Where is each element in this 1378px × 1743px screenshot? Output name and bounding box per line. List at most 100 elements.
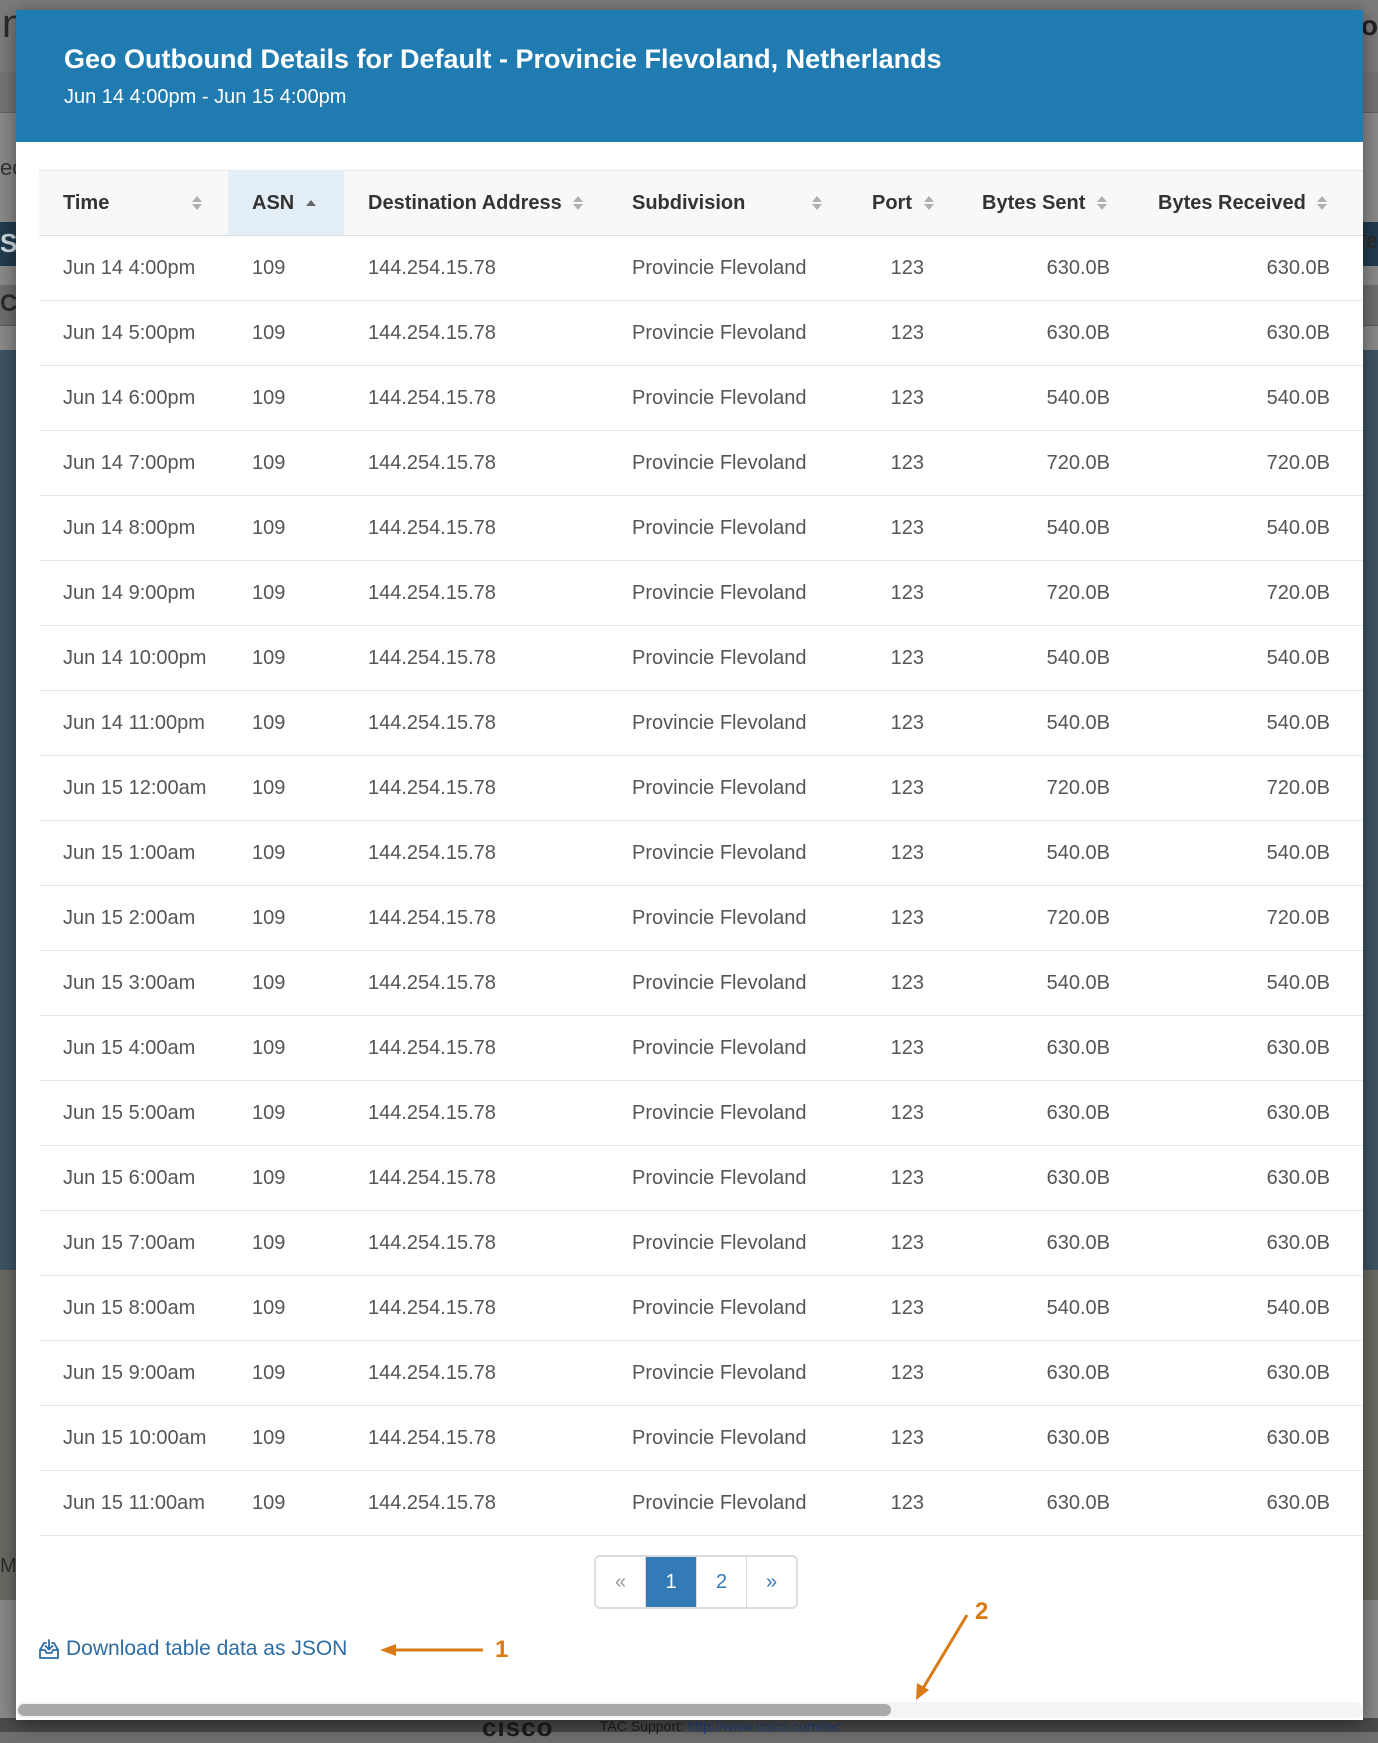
cell-bytes-sent: 630.0B [958, 1015, 1134, 1081]
cell-overflow [1354, 950, 1363, 1016]
table-body: Jun 14 4:00pm 109 144.254.15.78 Provincie F… [39, 235, 1363, 1536]
cell-time: Jun 14 4:00pm [39, 235, 228, 301]
cell-port: 123 [848, 1405, 958, 1471]
cell-bytes-received: 630.0B [1134, 235, 1354, 301]
cell-bytes-sent: 630.0B [958, 1145, 1134, 1211]
cell-port: 123 [848, 1340, 958, 1406]
column-header-label: Destination Address [368, 191, 562, 214]
cell-port: 123 [848, 1275, 958, 1341]
cell-overflow [1354, 495, 1363, 561]
column-header-bytes-sent[interactable]: Bytes Sent [958, 170, 1134, 236]
cell-overflow [1354, 885, 1363, 951]
cell-subdivision: Provincie Flevoland [608, 625, 848, 691]
sort-both-icon [1317, 195, 1328, 211]
cell-bytes-received: 540.0B [1134, 625, 1354, 691]
pagination-page-1[interactable]: 1 [645, 1557, 696, 1607]
cell-overflow [1354, 1080, 1363, 1146]
cell-destination-address: 144.254.15.78 [344, 1405, 608, 1471]
cell-subdivision: Provincie Flevoland [608, 1340, 848, 1406]
cell-port: 123 [848, 625, 958, 691]
cell-port: 123 [848, 495, 958, 561]
column-header-subdivision[interactable]: Subdivision [608, 170, 848, 236]
cell-bytes-sent: 630.0B [958, 235, 1134, 301]
cell-destination-address: 144.254.15.78 [344, 1015, 608, 1081]
cell-overflow [1354, 1340, 1363, 1406]
column-header-destination-address[interactable]: Destination Address [344, 170, 608, 236]
cell-bytes-received: 630.0B [1134, 1405, 1354, 1471]
column-header-bytes-received[interactable]: Bytes Received [1134, 170, 1354, 236]
geo-outbound-details-modal: Geo Outbound Details for Default - Provi… [16, 10, 1363, 1720]
table-row: Jun 15 7:00am 109 144.254.15.78 Provincie F… [39, 1210, 1363, 1276]
column-header-time[interactable]: Time [39, 170, 228, 236]
cell-port: 123 [848, 235, 958, 301]
download-json-link[interactable]: Download table data as JSON [38, 1637, 347, 1661]
cell-subdivision: Provincie Flevoland [608, 1470, 848, 1536]
cell-asn: 109 [228, 495, 344, 561]
cell-destination-address: 144.254.15.78 [344, 950, 608, 1016]
cell-subdivision: Provincie Flevoland [608, 300, 848, 366]
cell-overflow [1354, 1210, 1363, 1276]
horizontal-scrollbar-thumb[interactable] [18, 1704, 891, 1716]
table-row: Jun 15 6:00am 109 144.254.15.78 Provincie F… [39, 1145, 1363, 1211]
cell-port: 123 [848, 300, 958, 366]
pagination-previous-button[interactable]: « [596, 1557, 645, 1607]
pagination-page-2[interactable]: 2 [696, 1557, 746, 1607]
background-text-fragment-2: C [0, 290, 18, 317]
cell-time: Jun 15 2:00am [39, 885, 228, 951]
cell-subdivision: Provincie Flevoland [608, 1080, 848, 1146]
cell-bytes-received: 630.0B [1134, 1210, 1354, 1276]
sort-both-icon [1096, 195, 1107, 211]
cell-asn: 109 [228, 1405, 344, 1471]
cell-subdivision: Provincie Flevoland [608, 1210, 848, 1276]
details-table-container: Time ASN Destination Address Subdivision [39, 170, 1363, 1536]
table-row: Jun 15 12:00am 109 144.254.15.78 Provincie … [39, 755, 1363, 821]
column-header-port[interactable]: Port [848, 170, 958, 236]
cell-time: Jun 14 6:00pm [39, 365, 228, 431]
cell-destination-address: 144.254.15.78 [344, 1275, 608, 1341]
cell-bytes-sent: 630.0B [958, 1405, 1134, 1471]
column-header-label: Time [63, 191, 110, 214]
cell-subdivision: Provincie Flevoland [608, 560, 848, 626]
column-header-label: Bytes Sent [982, 191, 1086, 214]
cell-destination-address: 144.254.15.78 [344, 820, 608, 886]
cell-asn: 109 [228, 755, 344, 821]
cell-bytes-sent: 630.0B [958, 1470, 1134, 1536]
horizontal-scrollbar[interactable] [16, 1702, 1363, 1718]
cell-port: 123 [848, 1470, 958, 1536]
cell-destination-address: 144.254.15.78 [344, 365, 608, 431]
cell-overflow [1354, 1145, 1363, 1211]
cell-bytes-received: 630.0B [1134, 1340, 1354, 1406]
cell-bytes-sent: 540.0B [958, 495, 1134, 561]
sort-both-icon [812, 195, 822, 211]
cell-bytes-received: 720.0B [1134, 430, 1354, 496]
cell-destination-address: 144.254.15.78 [344, 300, 608, 366]
cell-port: 123 [848, 755, 958, 821]
cell-destination-address: 144.254.15.78 [344, 430, 608, 496]
column-header-asn[interactable]: ASN [228, 170, 344, 236]
cell-asn: 109 [228, 1145, 344, 1211]
cell-overflow [1354, 625, 1363, 691]
cell-time: Jun 15 5:00am [39, 1080, 228, 1146]
cell-time: Jun 15 7:00am [39, 1210, 228, 1276]
cell-bytes-sent: 540.0B [958, 365, 1134, 431]
cell-destination-address: 144.254.15.78 [344, 1210, 608, 1276]
cell-subdivision: Provincie Flevoland [608, 820, 848, 886]
cell-port: 123 [848, 885, 958, 951]
cell-bytes-received: 720.0B [1134, 755, 1354, 821]
table-row: Jun 15 8:00am 109 144.254.15.78 Provincie F… [39, 1275, 1363, 1341]
sort-both-icon [923, 195, 934, 211]
cell-subdivision: Provincie Flevoland [608, 495, 848, 561]
cell-asn: 109 [228, 365, 344, 431]
cell-bytes-received: 540.0B [1134, 365, 1354, 431]
column-header-overflow [1354, 170, 1363, 236]
cell-bytes-sent: 720.0B [958, 885, 1134, 951]
cell-overflow [1354, 235, 1363, 301]
cell-destination-address: 144.254.15.78 [344, 560, 608, 626]
cell-bytes-sent: 630.0B [958, 1210, 1134, 1276]
cell-destination-address: 144.254.15.78 [344, 1145, 608, 1211]
pagination-next-button[interactable]: » [746, 1557, 796, 1607]
modal-header: Geo Outbound Details for Default - Provi… [16, 10, 1363, 142]
download-tray-icon [39, 1639, 59, 1659]
cell-overflow [1354, 1015, 1363, 1081]
cell-overflow [1354, 560, 1363, 626]
